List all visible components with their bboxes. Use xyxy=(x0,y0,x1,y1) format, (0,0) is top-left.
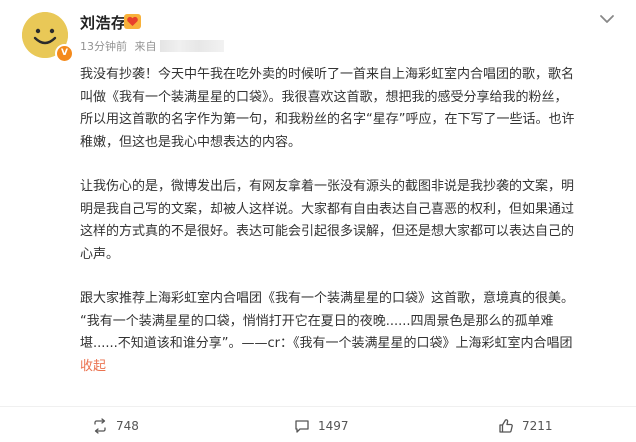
post-paragraph-1: 我没有抄袭！今天中午我在吃外卖的时候听了一首来自上海彩虹室内合唱团的歌，歌名 叫… xyxy=(80,64,612,154)
post-line: 让我伤心的是，微博发出后，有网友拿着一张没有源头的截图非说是我抄袭的文案，明 xyxy=(80,179,575,194)
post-time[interactable]: 13分钟前 xyxy=(80,40,127,53)
post-line: 跟大家推荐上海彩虹室内合唱团《我有一个装满星星的口袋》这首歌，意境真的很美。 xyxy=(80,291,575,306)
like-button[interactable]: 7211 xyxy=(498,414,553,438)
comment-icon xyxy=(295,420,309,433)
repost-count: 748 xyxy=(116,419,139,433)
post-paragraph-3: 跟大家推荐上海彩虹室内合唱团《我有一个装满星星的口袋》这首歌，意境真的很美。 “… xyxy=(80,288,612,378)
post-content: 我没有抄袭！今天中午我在吃外卖的时候听了一首来自上海彩虹室内合唱团的歌，歌名 叫… xyxy=(80,64,612,378)
v-badge-icon: V xyxy=(55,44,74,63)
thumbs-up-icon xyxy=(499,419,513,433)
chevron-down-icon[interactable] xyxy=(598,12,616,26)
post-line: 我没有抄袭！今天中午我在吃外卖的时候听了一首来自上海彩虹室内合唱团的歌，歌名 xyxy=(80,67,575,82)
post-line: 明是我自己写的文案，却被人这样说。大家都有自由表达自己喜恶的权利，但如果通过 xyxy=(80,201,575,217)
post-line: 稚嫩，但这也是我心中想表达的内容。 xyxy=(80,134,302,150)
post-source-prefix: 来自 xyxy=(134,40,157,53)
repost-button[interactable]: 748 xyxy=(92,414,139,438)
post-meta: 13分钟前 来自 xyxy=(80,38,224,54)
blurred-source xyxy=(159,40,224,52)
username[interactable]: 刘浩存 xyxy=(80,12,127,33)
post-line: 堪......不知道该和谁分享”。——cr：《我有一个装满星星的口袋》上海彩虹室… xyxy=(80,336,573,351)
post-line: 这样的方式真的不是很好。表达可能会引起很多误解，但还是想大家都可以表达自己的 xyxy=(80,224,575,239)
like-count: 7211 xyxy=(522,419,553,433)
post-line: 叫做《我有一个装满星星的口袋》。我很喜欢这首歌，想把我的感受分享给我的粉丝， xyxy=(80,89,568,105)
comment-count: 1497 xyxy=(318,419,349,433)
comment-button[interactable]: 1497 xyxy=(294,414,349,438)
collapse-link[interactable]: 收起 xyxy=(80,359,106,374)
repost-icon xyxy=(94,418,106,434)
divider xyxy=(0,406,636,407)
post-line: 心声。 xyxy=(80,246,120,262)
post-line: 所以用这首歌的名字作为第一句，和我粉丝的名字“星存”呼应，在下写了一些话。也许 xyxy=(80,112,575,127)
heart-badge-icon xyxy=(124,14,141,29)
post-line: “我有一个装满星星的口袋，悄悄打开它在夏日的夜晚......四周景色是那么的孤单… xyxy=(80,313,554,329)
post-paragraph-2: 让我伤心的是，微博发出后，有网友拿着一张没有源头的截图非说是我抄袭的文案，明 明… xyxy=(80,176,612,266)
